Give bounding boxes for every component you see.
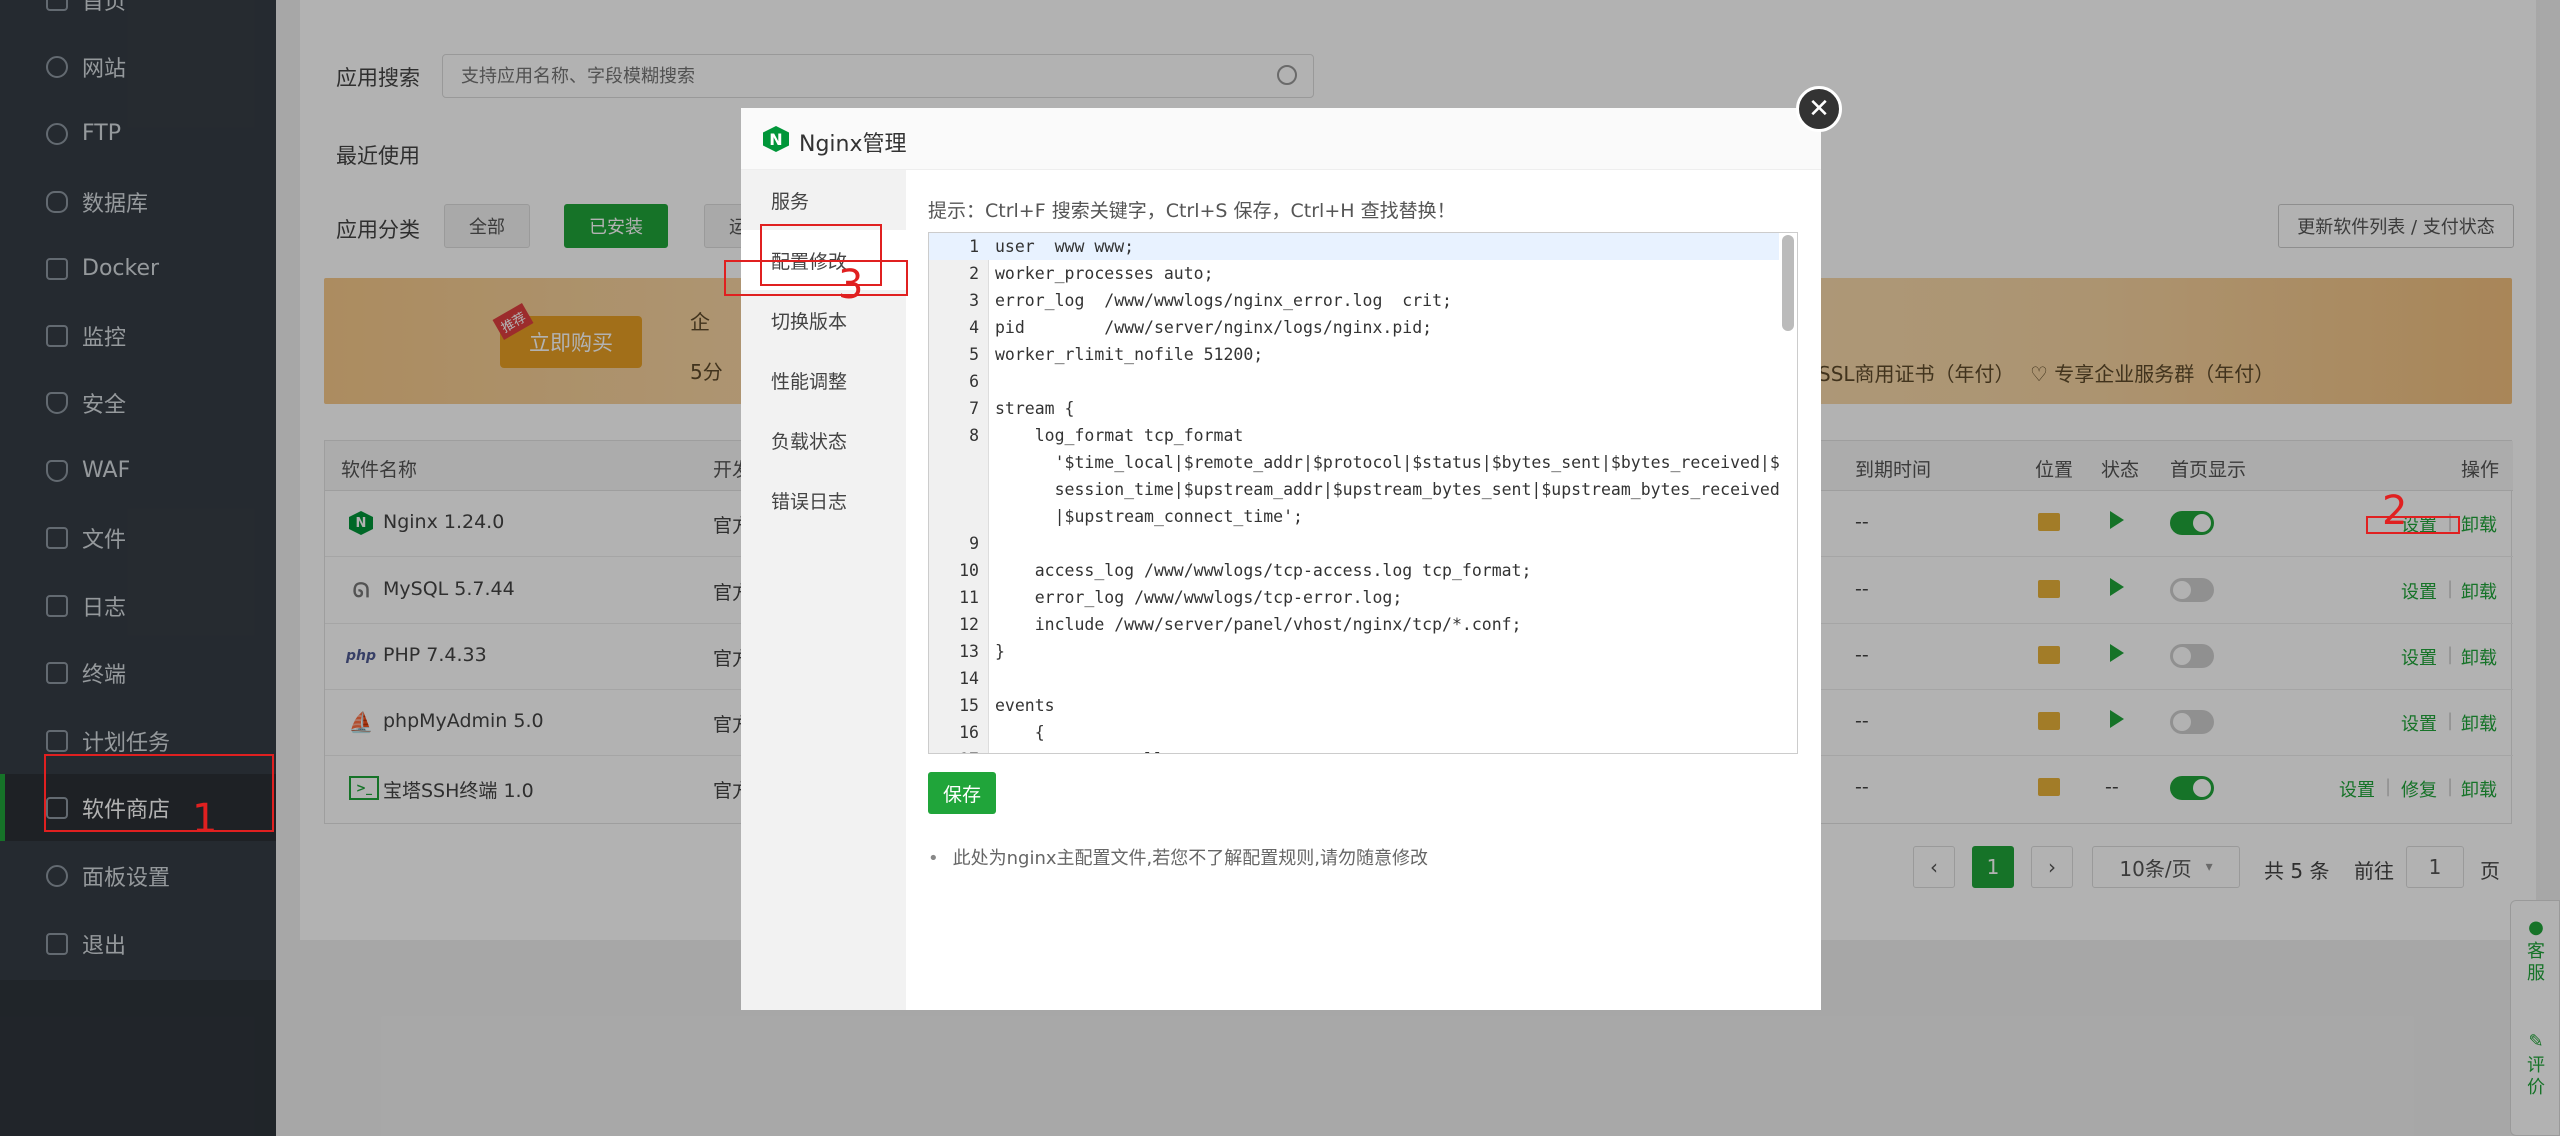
annotation-box-settings [2366,516,2460,534]
line-text: worker_processes auto; [995,264,1214,283]
line-text: include /www/server/panel/vhost/nginx/tc… [995,615,1522,634]
code-line: 6 [929,368,1779,395]
dialog-menu: 服务 配置修改 切换版本 性能调整 负载状态 错误日志 [741,170,906,1010]
line-number: 8 [969,426,979,445]
code-line: 10 access_log /www/wwwlogs/tcp-access.lo… [929,557,1779,584]
editor-scrollbar[interactable] [1782,235,1794,331]
code-line: 2 worker_processes auto; [929,260,1779,287]
line-number: 11 [959,588,979,607]
line-text: stream { [995,399,1075,418]
code-line: 7 stream { [929,395,1779,422]
line-text: error_log /www/wwwlogs/tcp-error.log; [995,588,1403,607]
line-number: 15 [959,696,979,715]
config-warning-note: 此处为nginx主配置文件,若您不了解配置规则,请勿随意修改 [928,844,1428,870]
code-line: 9 [929,530,1779,557]
line-number: 16 [959,723,979,742]
code-line: 15 events [929,692,1779,719]
annotation-number-1: 1 [192,796,218,842]
nginx-logo-icon: N [763,126,789,152]
line-number: 14 [959,669,979,688]
menu-service[interactable]: 服务 [741,170,906,230]
line-number: 17 [929,746,979,753]
code-line: 4 pid /www/server/nginx/logs/nginx.pid; [929,314,1779,341]
close-icon[interactable]: ✕ [1796,86,1842,132]
code-line: 14 [929,665,1779,692]
code-line: 3 error_log /www/wwwlogs/nginx_error.log … [929,287,1779,314]
line-number: 9 [969,534,979,553]
annotation-number-2: 2 [2382,488,2408,534]
code-line: 1 user www www; [929,233,1779,260]
code-line: |$upstream_connect_time'; [929,503,1779,530]
line-text: use epoll; [995,746,1173,753]
menu-load-status[interactable]: 负载状态 [741,410,906,470]
line-number: 1 [969,237,979,256]
shortcut-tip: 提示：Ctrl+F 搜索关键字，Ctrl+S 保存，Ctrl+H 查找替换！ [928,200,1456,222]
line-number: 12 [959,615,979,634]
code-line: 11 error_log /www/wwwlogs/tcp-error.log; [929,584,1779,611]
save-button[interactable]: 保存 [928,772,996,814]
line-text: pid /www/server/nginx/logs/nginx.pid; [995,318,1433,337]
line-text: |$upstream_connect_time'; [995,507,1303,526]
annotation-box-config-2 [724,260,908,296]
line-text: events [995,696,1055,715]
code-line: 13} [929,638,1779,665]
line-number: 4 [969,318,979,337]
line-text: } [995,642,1005,661]
line-text: access_log /www/wwwlogs/tcp-access.log t… [995,561,1532,580]
menu-error-log[interactable]: 错误日志 [741,470,906,530]
line-text: session_time|$upstream_addr|$upstream_by… [995,480,1780,499]
menu-switch-version[interactable]: 切换版本 [741,290,906,350]
nginx-manage-dialog: N Nginx管理 ✕ 服务 配置修改 切换版本 性能调整 负载状态 错误日志 … [741,86,1842,1010]
line-number: 7 [969,399,979,418]
dialog-title: Nginx管理 [799,132,907,157]
code-line: 16 { [929,719,1779,746]
dialog-header: N Nginx管理 [741,108,1821,170]
code-line: 12 include /www/server/panel/vhost/nginx… [929,611,1779,638]
menu-performance[interactable]: 性能调整 [741,350,906,410]
line-number: 2 [969,264,979,283]
line-text: { [995,723,1045,742]
annotation-box-store [44,754,274,832]
line-text: worker_rlimit_nofile 51200; [995,345,1264,364]
line-number: 10 [959,561,979,580]
line-text: error_log /www/wwwlogs/nginx_error.log c… [995,291,1452,310]
code-line: session_time|$upstream_addr|$upstream_by… [929,476,1780,503]
line-text: '$time_local|$remote_addr|$protocol|$sta… [995,453,1780,472]
line-number: 3 [969,291,979,310]
line-text: log_format tcp_format [995,426,1244,445]
code-line: '$time_local|$remote_addr|$protocol|$sta… [929,449,1780,476]
config-editor[interactable]: 1 user www www; 2 worker_processes auto; 3… [928,232,1798,754]
line-number: 13 [959,642,979,661]
line-text: user www www; [995,237,1135,256]
code-line: 5 worker_rlimit_nofile 51200; [929,341,1779,368]
code-line: 8 log_format tcp_format [929,422,1779,449]
line-number: 5 [969,345,979,364]
annotation-number-3: 3 [838,262,864,308]
code-line: 17 use epoll; [929,746,1779,753]
line-number: 6 [969,372,979,391]
